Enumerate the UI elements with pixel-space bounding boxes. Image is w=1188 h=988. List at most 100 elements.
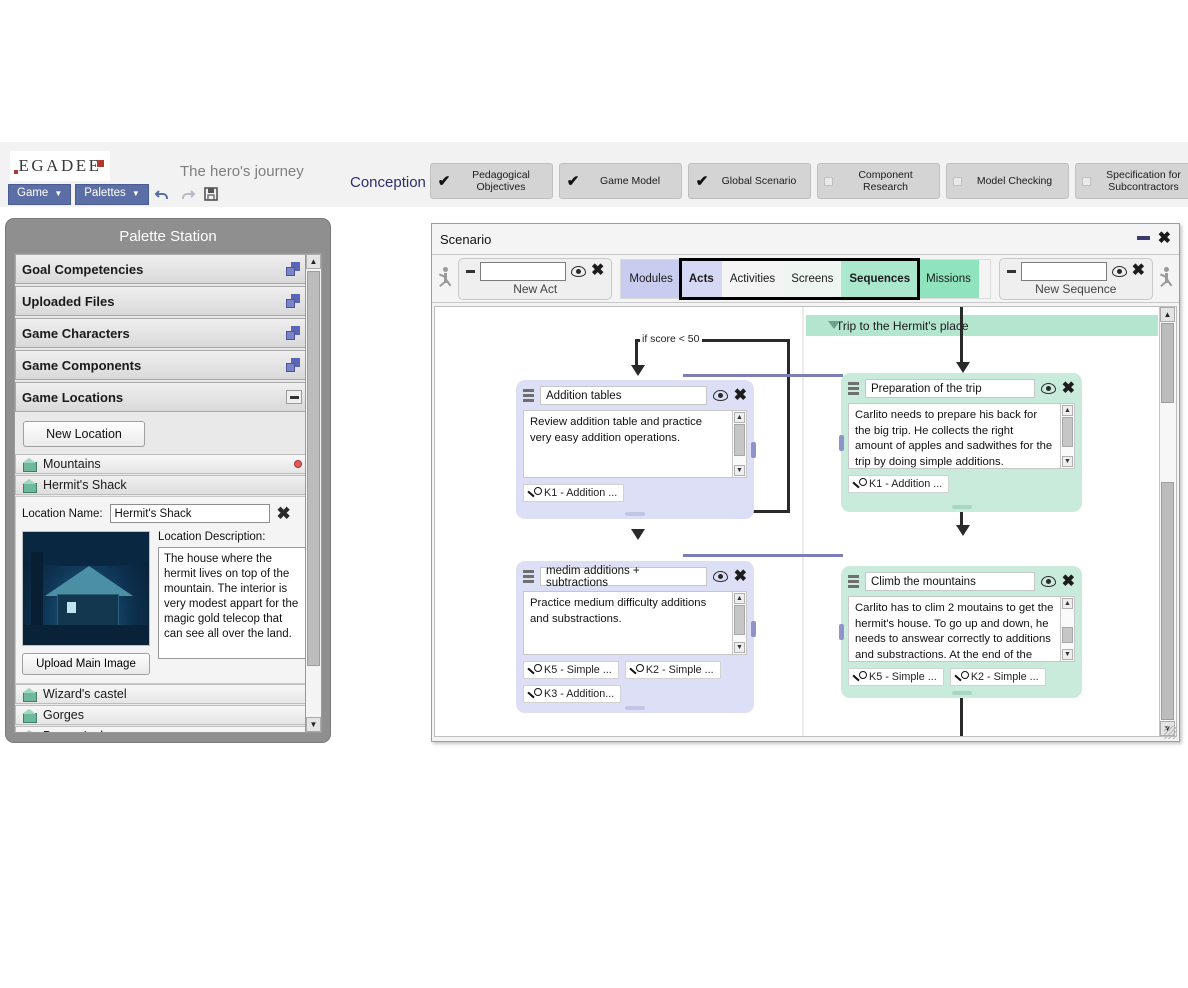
- collapse-dash-icon[interactable]: [1006, 269, 1016, 273]
- step-game-model[interactable]: ✔ Game Model: [559, 163, 682, 199]
- competency-tag[interactable]: K5 - Simple ...: [523, 661, 619, 679]
- step-component-research[interactable]: Component Research: [817, 163, 940, 199]
- card-description[interactable]: Practice medium difficulty additions and…: [523, 591, 732, 655]
- card-preparation-of-the-trip[interactable]: Preparation of the trip ✖ Carlito needs …: [839, 373, 1082, 512]
- window-resize-grip[interactable]: [1164, 726, 1177, 739]
- upload-main-image-button[interactable]: Upload Main Image: [22, 653, 150, 675]
- minimize-button[interactable]: [1136, 231, 1150, 247]
- scroll-down-icon[interactable]: ▼: [1062, 456, 1073, 467]
- scroll-thumb[interactable]: [1062, 417, 1073, 447]
- close-icon[interactable]: ✖: [277, 505, 291, 522]
- card-title[interactable]: Preparation of the trip: [865, 379, 1035, 398]
- competency-tag[interactable]: K1 - Addition ...: [848, 475, 950, 493]
- new-act-input[interactable]: [480, 261, 566, 281]
- minus-icon[interactable]: [286, 390, 302, 404]
- card-scrollbar[interactable]: ▲ ▼: [1060, 403, 1075, 469]
- canvas-scroll-thumb-upper[interactable]: [1161, 323, 1174, 403]
- card-addition-tables[interactable]: Addition tables ✖ Review addition table …: [516, 380, 756, 519]
- menu-game[interactable]: Game ▼: [8, 184, 72, 205]
- step-pedagogical-objectives[interactable]: ✔ Pedagogical Objectives: [430, 163, 553, 199]
- card-title[interactable]: medim additions + subtractions: [540, 565, 707, 589]
- new-location-button[interactable]: New Location: [23, 421, 145, 447]
- canvas-scrollbar[interactable]: ▲ ▼: [1159, 307, 1176, 736]
- card-port[interactable]: [839, 435, 844, 451]
- collapse-dash-icon[interactable]: [466, 269, 475, 273]
- eye-icon[interactable]: [712, 390, 728, 401]
- close-icon[interactable]: ✖: [1132, 263, 1145, 279]
- close-icon[interactable]: ✖: [591, 263, 604, 279]
- tab-modules[interactable]: Modules: [621, 259, 681, 298]
- competency-tag[interactable]: K5 - Simple ...: [848, 668, 944, 686]
- card-port[interactable]: [751, 621, 756, 637]
- card-scrollbar[interactable]: ▲ ▼: [732, 410, 747, 478]
- location-item-wizards-castel[interactable]: Wizard's castel: [15, 684, 309, 704]
- scroll-down-icon[interactable]: ▼: [734, 465, 745, 476]
- close-button[interactable]: ✖: [1158, 231, 1171, 247]
- eye-icon[interactable]: [1040, 576, 1056, 587]
- palette-group-uploaded-files[interactable]: Uploaded Files: [15, 286, 309, 316]
- new-sequence-input[interactable]: [1020, 261, 1107, 281]
- scroll-down-icon[interactable]: ▼: [1062, 649, 1073, 660]
- palette-scrollbar[interactable]: ▲ ▼: [305, 253, 322, 733]
- card-description[interactable]: Review addition table and practice very …: [523, 410, 732, 478]
- location-item-mountains[interactable]: Mountains: [15, 454, 309, 474]
- canvas-scroll-track-lower[interactable]: [1161, 482, 1174, 720]
- tab-acts[interactable]: Acts: [680, 259, 722, 298]
- scroll-thumb[interactable]: [1062, 627, 1073, 643]
- palette-group-game-components[interactable]: Game Components: [15, 350, 309, 380]
- scroll-thumb[interactable]: [734, 424, 745, 456]
- card-scrollbar[interactable]: ▲ ▼: [1060, 596, 1075, 662]
- scroll-thumb[interactable]: [734, 605, 745, 635]
- scenario-canvas[interactable]: Trip to the Hermit's place if score < 50…: [434, 306, 1177, 737]
- squares-icon[interactable]: [286, 325, 302, 341]
- close-icon[interactable]: ✖: [734, 387, 747, 404]
- card-climb-the-mountains[interactable]: Climb the mountains ✖ Carlito has to cli…: [839, 566, 1082, 698]
- location-name-input[interactable]: [109, 504, 270, 523]
- palette-group-game-characters[interactable]: Game Characters: [15, 318, 309, 348]
- scroll-up-icon[interactable]: ▲: [734, 412, 745, 423]
- palette-group-game-locations[interactable]: Game Locations: [15, 382, 309, 412]
- scroll-up-icon[interactable]: ▲: [306, 254, 321, 269]
- location-description-text[interactable]: The house where the hermit lives on top …: [158, 547, 306, 659]
- card-resize-handle[interactable]: [625, 512, 645, 516]
- card-description[interactable]: Carlito needs to prepare his back for th…: [848, 403, 1060, 469]
- competency-tag[interactable]: K2 - Simple ...: [624, 661, 721, 679]
- scroll-down-icon[interactable]: ▼: [734, 642, 745, 653]
- card-resize-handle[interactable]: [625, 706, 645, 710]
- undo-icon[interactable]: [153, 184, 173, 204]
- squares-icon[interactable]: [286, 261, 302, 277]
- scroll-up-icon[interactable]: ▲: [734, 593, 745, 604]
- close-icon[interactable]: ✖: [1062, 573, 1075, 590]
- card-scrollbar[interactable]: ▲ ▼: [732, 591, 747, 655]
- drag-handle-icon[interactable]: [848, 381, 859, 396]
- card-title[interactable]: Climb the mountains: [865, 572, 1035, 591]
- scroll-up-icon[interactable]: ▲: [1062, 405, 1073, 416]
- close-icon[interactable]: ✖: [734, 568, 747, 585]
- scroll-up-icon[interactable]: ▲: [1062, 598, 1073, 609]
- squares-icon[interactable]: [286, 293, 302, 309]
- drag-handle-icon[interactable]: [523, 569, 534, 584]
- card-medium-additions[interactable]: medim additions + subtractions ✖ Practic…: [516, 561, 756, 713]
- card-port[interactable]: [839, 624, 844, 640]
- tab-activities[interactable]: Activities: [721, 259, 784, 298]
- palette-group-goal-competencies[interactable]: Goal Competencies: [15, 254, 309, 284]
- scroll-up-icon[interactable]: ▲: [1160, 307, 1175, 322]
- card-description[interactable]: Carlito has to clim 2 moutains to get th…: [848, 596, 1060, 662]
- redo-icon[interactable]: [177, 184, 197, 204]
- tab-screens[interactable]: Screens: [783, 259, 842, 298]
- step-model-checking[interactable]: Model Checking: [946, 163, 1069, 199]
- menu-palettes[interactable]: Palettes ▼: [75, 184, 149, 205]
- eye-icon[interactable]: [1040, 383, 1056, 394]
- card-port[interactable]: [751, 442, 756, 458]
- location-item-hermits-shack[interactable]: Hermit's Shack: [15, 475, 309, 495]
- competency-tag[interactable]: K3 - Addition...: [523, 685, 622, 703]
- save-icon[interactable]: [201, 184, 221, 204]
- eye-icon[interactable]: [571, 265, 586, 277]
- location-item-dragons-den[interactable]: Dragon's den: [15, 726, 309, 732]
- tab-missions[interactable]: Missions: [918, 259, 979, 298]
- palette-scroll-thumb[interactable]: [307, 271, 320, 666]
- squares-icon[interactable]: [286, 357, 302, 373]
- step-global-scenario[interactable]: ✔ Global Scenario: [688, 163, 811, 199]
- close-icon[interactable]: ✖: [1062, 380, 1075, 397]
- tab-sequences[interactable]: Sequences: [841, 259, 919, 298]
